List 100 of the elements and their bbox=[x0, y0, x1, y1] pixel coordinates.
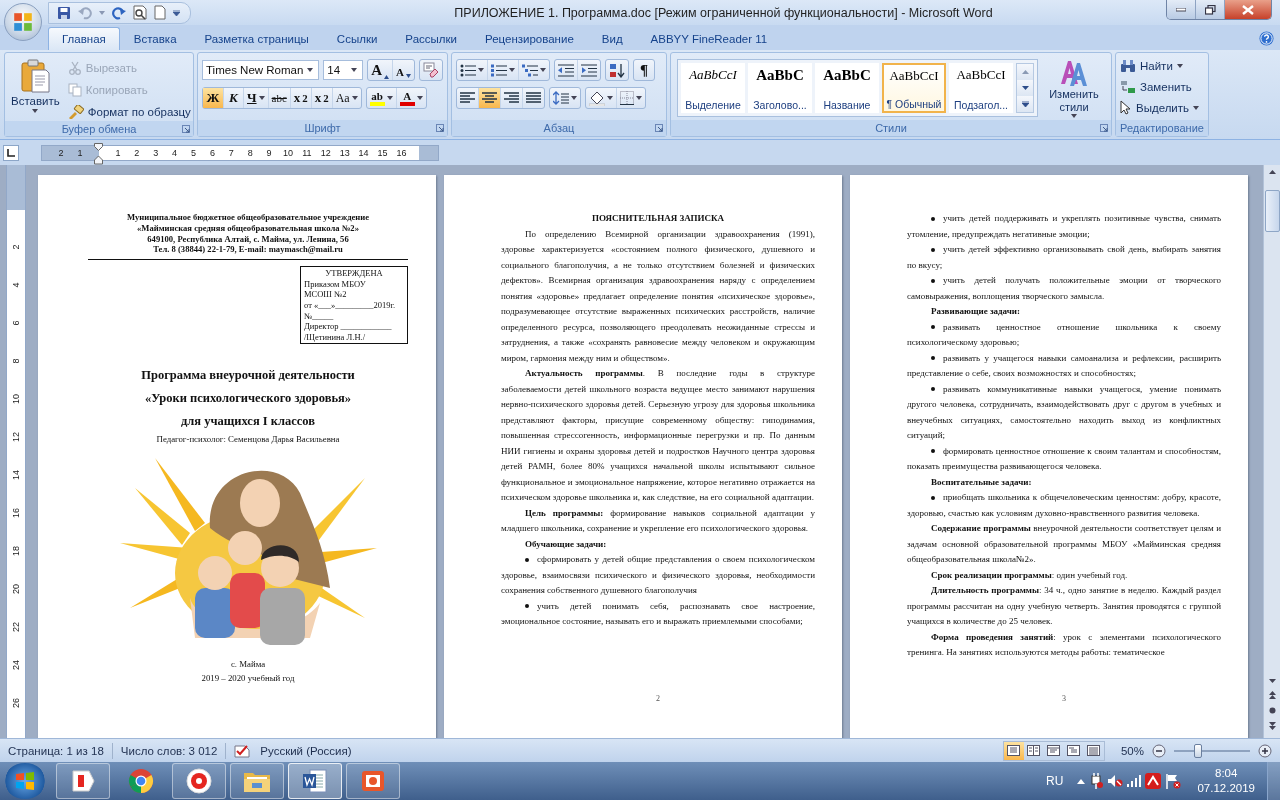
taskbar-app-button[interactable] bbox=[346, 763, 400, 799]
slider-thumb[interactable] bbox=[1194, 743, 1203, 758]
style-tile[interactable]: AaBbCcI ¶ Обычный bbox=[882, 62, 946, 113]
style-tile[interactable]: AaBbC Название bbox=[815, 62, 879, 113]
font-size-field[interactable]: 14 bbox=[323, 60, 364, 80]
plug-icon[interactable] bbox=[1089, 773, 1104, 789]
approval-line: от «___»_________2019г. bbox=[304, 299, 397, 311]
signal-icon[interactable] bbox=[1127, 775, 1142, 787]
proofing-icon[interactable] bbox=[234, 743, 253, 758]
scrollbar-thumb[interactable] bbox=[1264, 190, 1280, 232]
up-caret-icon bbox=[1021, 69, 1029, 74]
paste-button[interactable]: Вставить bbox=[9, 57, 62, 121]
dialog-launcher-icon[interactable] bbox=[1100, 124, 1108, 132]
up-arrow-icon[interactable] bbox=[1268, 170, 1276, 174]
browse-object-icon[interactable] bbox=[1268, 707, 1276, 714]
input-language[interactable]: RU bbox=[1046, 774, 1064, 788]
start-button[interactable] bbox=[4, 763, 46, 799]
style-tile[interactable]: AaBbCcI Подзагол... bbox=[949, 62, 1013, 113]
font-name-field[interactable]: Times New Roman bbox=[202, 60, 320, 80]
format-painter-button[interactable]: Формат по образцу bbox=[67, 102, 191, 121]
office-button[interactable] bbox=[4, 3, 42, 41]
ribbon-tab[interactable]: Рассылки bbox=[391, 27, 471, 50]
borders-button[interactable] bbox=[616, 88, 645, 108]
select-button[interactable]: Выделить bbox=[1120, 98, 1204, 117]
format-button[interactable]: Ж bbox=[203, 88, 223, 108]
taskbar-app-button[interactable] bbox=[288, 763, 342, 799]
ribbon-tab[interactable]: ABBYY FineReader 11 bbox=[636, 27, 782, 50]
print-preview-icon[interactable] bbox=[133, 5, 147, 20]
change-styles-button[interactable]: Изменить стили bbox=[1044, 57, 1104, 118]
ruler-number: 3 bbox=[153, 147, 159, 158]
left-tab-icon bbox=[7, 148, 15, 157]
help-icon[interactable] bbox=[1259, 31, 1274, 46]
zoom-slider[interactable] bbox=[1174, 743, 1250, 758]
document-title: Программа внеурочной деятельности bbox=[141, 367, 355, 385]
down-arrow-icon[interactable] bbox=[1268, 679, 1276, 683]
save-icon[interactable] bbox=[57, 5, 71, 20]
flag-icon[interactable] bbox=[1165, 773, 1182, 789]
office-logo-icon bbox=[12, 11, 34, 33]
page-count[interactable]: Страница: 1 из 18 bbox=[8, 744, 104, 757]
ruler-number: 12 bbox=[11, 431, 21, 444]
dialog-launcher-icon[interactable] bbox=[182, 125, 190, 133]
font-color-button[interactable]: A bbox=[395, 88, 426, 108]
redo-icon[interactable] bbox=[112, 5, 126, 20]
language-indicator[interactable]: Русский (Россия) bbox=[260, 744, 352, 757]
ribbon-tab[interactable]: Ссылки bbox=[322, 27, 392, 50]
style-tile[interactable]: AaBbCcI Выделение bbox=[681, 62, 745, 113]
zoom-level[interactable]: 50% bbox=[1120, 744, 1144, 757]
align-button[interactable] bbox=[500, 88, 522, 108]
word-count[interactable]: Число слов: 3 012 bbox=[120, 744, 218, 757]
dropdown-arrow-icon bbox=[386, 96, 393, 100]
format-button[interactable]: Aa bbox=[331, 88, 361, 108]
zoom-out-icon[interactable] bbox=[1152, 743, 1166, 758]
ribbon-tab[interactable]: Разметка страницы bbox=[190, 27, 323, 50]
new-document-icon[interactable] bbox=[154, 5, 166, 20]
dropdown-arrow-icon[interactable] bbox=[173, 9, 180, 16]
show-formatting-button[interactable]: ¶ bbox=[634, 60, 654, 80]
clock[interactable]: 8:04 07.12.2019 bbox=[1197, 766, 1255, 796]
ribbon-tab[interactable]: Рецензирование bbox=[471, 27, 588, 50]
taskbar-app-button[interactable] bbox=[56, 763, 110, 799]
zoom-in-icon[interactable] bbox=[1258, 743, 1272, 758]
format-button[interactable]: К bbox=[223, 88, 243, 108]
highlight-color-button[interactable]: ab bbox=[366, 88, 396, 108]
approval-line: №_____ bbox=[304, 310, 335, 322]
ribbon-tab[interactable]: Главная bbox=[48, 27, 120, 50]
increase-indent-button[interactable] bbox=[577, 60, 600, 80]
close-button[interactable] bbox=[1224, 0, 1271, 19]
subheading: Обучающие задачи: bbox=[524, 537, 608, 551]
muted-speaker-icon[interactable] bbox=[1107, 774, 1124, 788]
replace-button[interactable]: Заменить bbox=[1120, 77, 1204, 96]
numbering-button[interactable] bbox=[487, 60, 518, 80]
subheading: Развивающие задачи: bbox=[930, 305, 1021, 318]
style-tile[interactable]: AaBbC Заголово... bbox=[748, 62, 812, 113]
multilevel-list-button[interactable] bbox=[518, 60, 549, 80]
ribbon-tab[interactable]: Вид bbox=[587, 27, 637, 50]
dialog-launcher-icon[interactable] bbox=[436, 124, 444, 132]
ribbon-tab[interactable]: Вставка bbox=[119, 27, 191, 50]
vertical-scrollbar[interactable] bbox=[1263, 165, 1280, 738]
format-button[interactable]: Ч bbox=[243, 88, 268, 108]
page-number: 3 bbox=[1061, 694, 1067, 703]
find-button[interactable]: Найти bbox=[1120, 56, 1204, 75]
align-button[interactable] bbox=[522, 88, 544, 108]
align-button[interactable] bbox=[478, 88, 500, 108]
paragraph: По определению Всемирной организации здравоохранения (1991), здоровье характеризуется «состоянием полного физического, душевного и социального благополучия, а не только отсутствием болезней и физических дефектов». Всемирная организация здравоохранения наряду с определением понятия «здоровье» предлагает определение понятия «психическое здоровье», подразумевающее отсутствие выраженных психических расстройств, наличие определенного ресурса, позволяющего преодолевать неожиданные стрессы и затруднения, а также «сохранять равновесие между человеком и окружающим миром, гармония между ним и обществом». bbox=[501, 227, 815, 365]
dialog-launcher-icon[interactable] bbox=[655, 124, 663, 132]
view-button[interactable] bbox=[1003, 741, 1024, 760]
format-button[interactable]: abc bbox=[267, 88, 290, 108]
restore-button[interactable] bbox=[1195, 0, 1224, 19]
taskbar-app-button[interactable] bbox=[172, 763, 226, 799]
ruler-number: 26 bbox=[11, 697, 21, 710]
group-label: Редактирование bbox=[1120, 122, 1204, 134]
grow-font-button[interactable]: A bbox=[368, 60, 393, 80]
shrink-font-button[interactable]: A bbox=[392, 60, 414, 80]
style-preview: AaBbCcI bbox=[889, 67, 939, 84]
previous-page-icon[interactable] bbox=[1268, 691, 1276, 699]
indent-marker-icon[interactable] bbox=[94, 142, 103, 165]
tab-selector-button[interactable] bbox=[3, 144, 19, 161]
taskbar-app-button[interactable] bbox=[230, 763, 284, 799]
next-page-icon[interactable] bbox=[1268, 722, 1276, 730]
up-caret-icon[interactable] bbox=[1077, 778, 1086, 784]
antivirus-icon[interactable] bbox=[1145, 773, 1162, 789]
